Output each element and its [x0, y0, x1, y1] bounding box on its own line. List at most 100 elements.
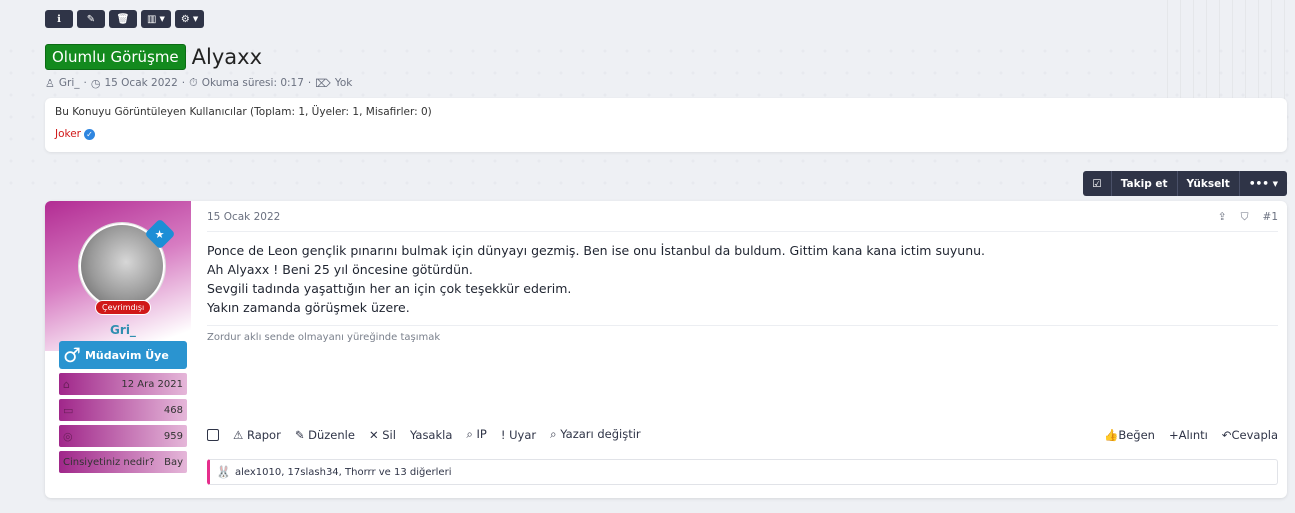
thumbs-up-icon: 👍 — [1104, 427, 1119, 442]
thread-meta: ♙ Gri_ · ◷ 15 Ocak 2022 · ⏱ Okuma süresi… — [45, 76, 1287, 90]
reply-icon: ↶ — [1221, 427, 1232, 442]
pencil-icon: ✎ — [294, 427, 305, 442]
viewer-username[interactable]: Joker — [55, 128, 81, 140]
post-line: Yakın zamanda görüşmek üzere. — [207, 300, 410, 315]
viewers-label: Bu Konuyu Görüntüleyen Kullanıcılar (Top… — [55, 106, 432, 118]
edit-button[interactable]: ✎ Düzenle — [295, 428, 355, 442]
gender-label: Cinsiyetiniz nedir? — [63, 456, 155, 468]
reading-time: Okuma süresi: 0:17 — [201, 77, 304, 89]
post-header: 15 Ocak 2022 ⇪ ⛉ #1 — [207, 211, 1278, 232]
chevron-down-icon: ▼ — [192, 15, 199, 23]
chart-icon: ▥ — [147, 13, 157, 25]
reply-button[interactable]: ↶Cevapla — [1222, 428, 1278, 442]
edit-label: Düzenle — [308, 427, 355, 442]
post-number[interactable]: #1 — [1263, 211, 1278, 224]
thread-title: Alyaxx — [191, 45, 263, 69]
close-icon: ✕ — [368, 427, 379, 442]
chevron-down-icon: ▼ — [1272, 179, 1278, 188]
share-icon[interactable]: ⇪ — [1218, 211, 1227, 224]
more-label: ••• — [1248, 177, 1269, 190]
select-thread-button[interactable]: ☑ — [1083, 171, 1112, 196]
like-button[interactable]: 👍Beğen — [1104, 428, 1155, 442]
warn-button[interactable]: ! Uyar — [501, 428, 536, 442]
select-post-checkbox[interactable] — [207, 428, 219, 441]
gear-icon: ⚙ — [180, 13, 190, 25]
viewer-user[interactable]: Joker ✓ — [55, 128, 1277, 140]
thread-prefix[interactable]: Olumlu Görüşme — [45, 44, 186, 70]
signature: Zordur aklı sende olmayanı yüreğinde taş… — [207, 325, 1278, 343]
post-content: 15 Ocak 2022 ⇪ ⛉ #1 Ponce de Leon gençli… — [191, 201, 1287, 498]
thread-action-bar: ☑ Takip et Yükselt ••• ▼ — [45, 171, 1287, 196]
info-icon: ℹ — [57, 13, 61, 25]
thread-title-row: Olumlu Görüşme Alyaxx — [45, 44, 1287, 70]
ip-button[interactable]: ⌕ IP — [466, 427, 486, 442]
quote-label: Alıntı — [1178, 427, 1208, 442]
more-options-button[interactable]: ••• ▼ — [1240, 171, 1287, 196]
settings-button[interactable]: ⚙ ▼ — [174, 10, 205, 28]
trash-icon: 🗑 — [116, 13, 130, 25]
reactions-list[interactable]: alex1010, 17slash34, Thorrr ve 13 diğerl… — [235, 467, 452, 478]
stat-reactions: ◎ 959 — [59, 425, 187, 447]
avatar[interactable]: ★ Çevrimdışı — [79, 218, 176, 315]
chart-button[interactable]: ▥ ▼ — [141, 10, 171, 28]
reaction-icon: ◎ — [63, 429, 73, 443]
viewers-block: Bu Konuyu Görüntüleyen Kullanıcılar (Top… — [45, 98, 1287, 152]
separator: · — [83, 77, 87, 89]
verified-icon: ✓ — [84, 128, 96, 140]
search-icon: ⌕ — [466, 427, 473, 441]
thread-author[interactable]: Gri_ — [59, 77, 80, 89]
stat-messages: ▭ 468 — [59, 399, 187, 421]
report-button[interactable]: ⚠ Rapor — [233, 428, 281, 442]
thread-page: ℹ ✎ 🗑 ▥ ▼ ⚙ ▼ Olumlu Görüşme Alyaxx ♙ Gri_… — [45, 10, 1287, 498]
reactions-value: 959 — [163, 430, 183, 442]
reply-label: Cevapla — [1231, 427, 1279, 442]
search-icon: ⌕ — [550, 427, 557, 441]
post-body: Ponce de Leon gençlik pınarını bulmak iç… — [207, 241, 1278, 317]
warn-label: Uyar — [509, 427, 537, 442]
warning-icon: ⚠ — [233, 427, 244, 442]
gender-value: Bay — [164, 456, 183, 468]
change-author-label: Yazarı değiştir — [560, 427, 641, 441]
chevron-down-icon: ▼ — [159, 15, 165, 23]
stat-joined: ⌂ 12 Ara 2021 — [59, 373, 187, 395]
user-icon: ♙ — [45, 76, 55, 90]
post-line: Ah Alyaxx ! Beni 25 yıl öncesine götürdü… — [207, 262, 473, 277]
post-username[interactable]: Gri_ — [59, 323, 187, 337]
plus-icon: + — [1168, 427, 1179, 442]
offline-badge: Çevrimdışı — [95, 300, 152, 315]
delete-thread-button[interactable]: 🗑 — [109, 10, 137, 28]
exclamation-icon: ! — [500, 427, 506, 442]
reactions-bar[interactable]: 🐰 alex1010, 17slash34, Thorrr ve 13 diğe… — [207, 459, 1278, 485]
messages-value: 468 — [163, 404, 183, 416]
bump-button[interactable]: Yükselt — [1178, 171, 1240, 196]
thread-date[interactable]: 15 Ocak 2022 — [104, 77, 177, 89]
message-icon: ▭ — [63, 403, 74, 417]
moderator-toolbar: ℹ ✎ 🗑 ▥ ▼ ⚙ ▼ — [45, 10, 1287, 28]
post: ★ Çevrimdışı Gri_ ♂ Müdavim Üye ⌂ 12 Ara… — [45, 201, 1287, 498]
delete-button[interactable]: ✕ Sil — [369, 428, 396, 442]
checkbox-icon: ☑ — [1092, 177, 1102, 190]
stat-gender: Cinsiyetiniz nedir? Bay — [59, 451, 187, 473]
edit-thread-button[interactable]: ✎ — [77, 10, 105, 28]
post-date[interactable]: 15 Ocak 2022 — [207, 211, 280, 224]
post-actions: ⚠ Rapor ✎ Düzenle ✕ Sil Yasakla ⌕ IP ! U… — [207, 427, 1278, 442]
post-line: Sevgili tadında yaşattığın her an için ç… — [207, 281, 572, 296]
change-author-button[interactable]: ⌕ Yazarı değiştir — [550, 427, 641, 442]
bunny-reaction-icon: 🐰 — [216, 465, 231, 479]
edit-icon: ✎ — [86, 13, 96, 25]
post-line: Ponce de Leon gençlik pınarını bulmak iç… — [207, 243, 986, 258]
info-button[interactable]: ℹ — [45, 10, 73, 28]
report-label: Rapor — [246, 427, 281, 442]
bookmark-icon[interactable]: ⛉ — [1241, 211, 1249, 224]
post-user-column: ★ Çevrimdışı Gri_ ♂ Müdavim Üye ⌂ 12 Ara… — [45, 201, 191, 498]
quote-button[interactable]: +Alıntı — [1169, 428, 1208, 442]
ip-label: IP — [476, 427, 487, 441]
delete-label: Sil — [382, 427, 396, 442]
separator: · — [307, 77, 312, 89]
like-label: Beğen — [1118, 427, 1155, 442]
ban-button[interactable]: Yasakla — [410, 428, 452, 442]
follow-button[interactable]: Takip et — [1112, 171, 1178, 196]
home-icon: ⌂ — [63, 377, 70, 391]
stopwatch-icon: ⏱ — [189, 76, 198, 89]
joined-value: 12 Ara 2021 — [121, 378, 183, 390]
